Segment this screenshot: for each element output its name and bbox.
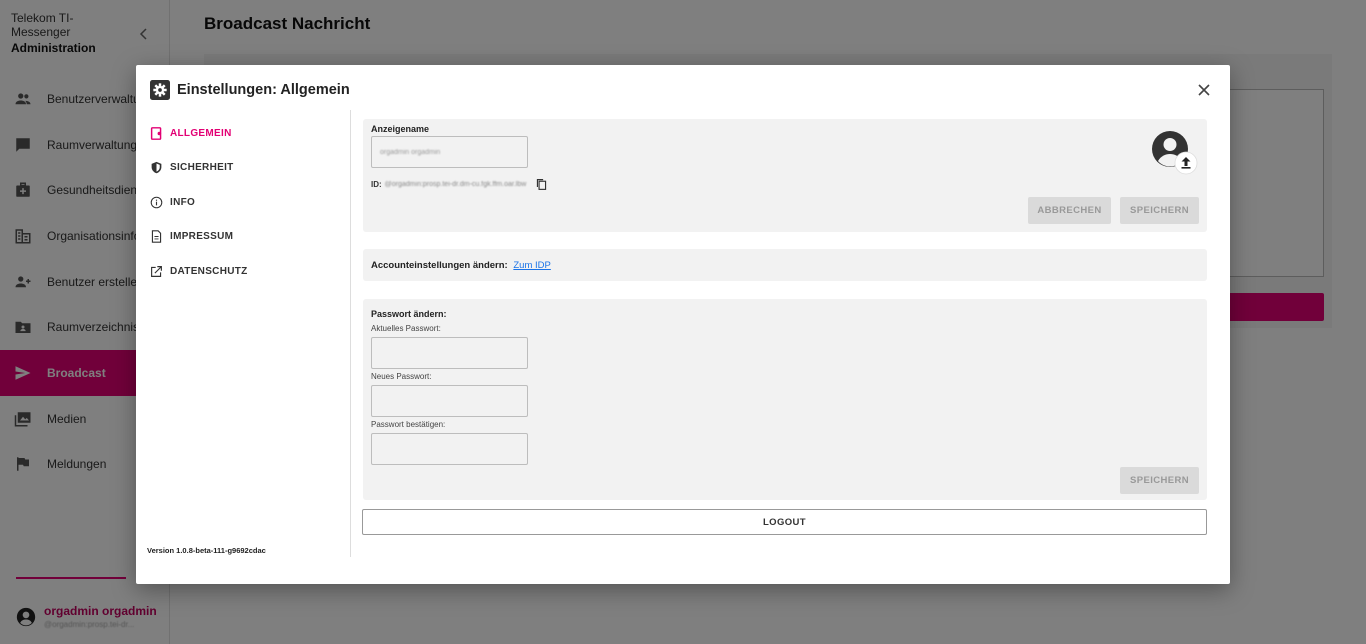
- confirm-password-label: Passwort bestätigen:: [371, 420, 446, 429]
- save-password-button[interactable]: SPEICHERN: [1120, 467, 1199, 494]
- account-panel: Accounteinstellungen ändern: Zum IDP: [363, 249, 1207, 281]
- menu-item-label: DATENSCHUTZ: [170, 265, 248, 277]
- idp-link[interactable]: Zum IDP: [513, 260, 550, 271]
- menu-item-allgemein[interactable]: ALLGEMEIN: [150, 116, 340, 151]
- menu-item-info[interactable]: INFO: [150, 185, 340, 220]
- profile-panel: Anzeigename orgadmin orgadmin ID: @orgad…: [363, 119, 1207, 232]
- display-name-label: Anzeigename: [371, 124, 430, 134]
- cancel-button[interactable]: ABBRECHEN: [1028, 197, 1111, 224]
- save-profile-button[interactable]: SPEICHERN: [1120, 197, 1199, 224]
- account-settings-row: Accounteinstellungen ändern: Zum IDP: [371, 260, 551, 271]
- password-heading: Passwort ändern:: [371, 309, 447, 319]
- external-link-icon: [151, 265, 162, 277]
- current-password-label: Aktuelles Passwort:: [371, 324, 441, 333]
- matrix-id-value: @orgadmin:prosp.tei-dr.dm-cu.fgk.ffm.oar…: [384, 181, 527, 188]
- current-password-field[interactable]: [371, 337, 528, 369]
- version-label: Version 1.0.8-beta-111-g9692cdac: [147, 546, 266, 555]
- logout-button[interactable]: LOGOUT: [362, 509, 1207, 535]
- close-icon: [1198, 84, 1210, 96]
- avatar-icon: [1152, 131, 1198, 175]
- copy-icon[interactable]: [535, 178, 548, 191]
- menu-item-label: INFO: [170, 196, 196, 208]
- avatar-upload[interactable]: [1151, 130, 1199, 176]
- info-icon: [150, 196, 163, 209]
- dialog-title: Einstellungen: Allgemein: [177, 82, 350, 98]
- menu-item-label: IMPRESSUM: [170, 231, 234, 243]
- close-dialog-button[interactable]: [1196, 82, 1212, 98]
- menu-divider: [350, 110, 351, 557]
- new-password-label: Neues Passwort:: [371, 372, 432, 381]
- settings-menu: ALLGEMEIN SICHERHEIT INFO IMPRESSUM DATE…: [150, 116, 340, 289]
- display-name-value: orgadmin orgadmin: [380, 149, 441, 156]
- dialog-header: Einstellungen: Allgemein: [150, 80, 350, 100]
- shield-icon: [151, 162, 162, 174]
- matrix-id-row: ID: @orgadmin:prosp.tei-dr.dm-cu.fgk.ffm…: [371, 178, 548, 191]
- password-panel: Passwort ändern: Aktuelles Passwort: Neu…: [363, 299, 1207, 500]
- menu-item-impressum[interactable]: IMPRESSUM: [150, 220, 340, 255]
- display-name-input[interactable]: orgadmin orgadmin: [371, 136, 528, 168]
- menu-item-label: ALLGEMEIN: [170, 127, 232, 139]
- settings-gear-icon: [150, 80, 170, 100]
- badge-icon: [150, 126, 162, 140]
- account-settings-label: Accounteinstellungen ändern:: [371, 260, 508, 271]
- menu-item-label: SICHERHEIT: [170, 162, 234, 174]
- document-icon: [151, 230, 162, 244]
- menu-item-sicherheit[interactable]: SICHERHEIT: [150, 151, 340, 186]
- confirm-password-field[interactable]: [371, 433, 528, 465]
- settings-dialog: Einstellungen: Allgemein ALLGEMEIN SICHE…: [136, 65, 1230, 584]
- new-password-field[interactable]: [371, 385, 528, 417]
- menu-item-datenschutz[interactable]: DATENSCHUTZ: [150, 254, 340, 289]
- id-label: ID:: [371, 180, 382, 189]
